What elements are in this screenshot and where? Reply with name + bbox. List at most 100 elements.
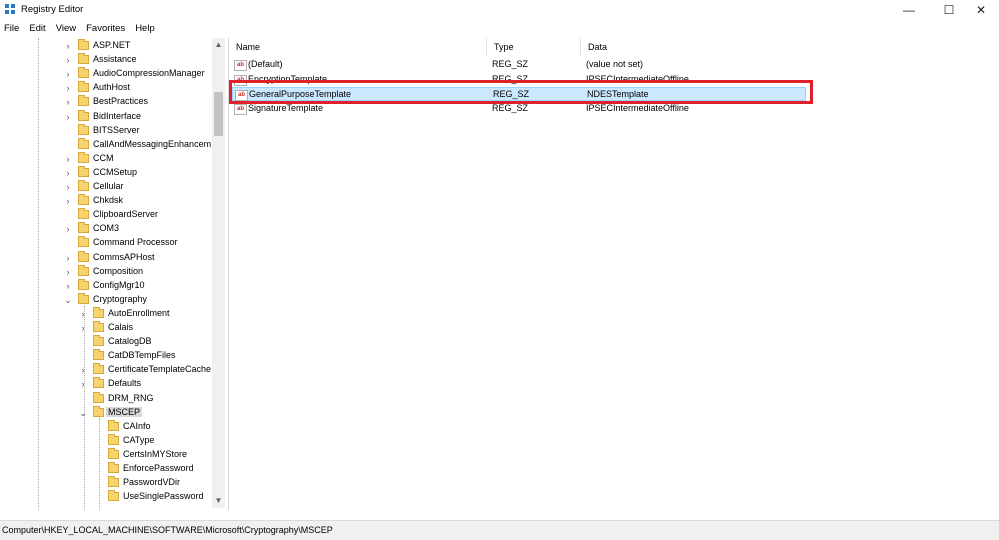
column-header-type[interactable]: Type	[487, 38, 581, 56]
chevron-right-icon[interactable]: ›	[64, 110, 72, 124]
menu-help[interactable]: Help	[131, 21, 161, 37]
tree-item[interactable]: ⌄ MSCEP	[0, 405, 212, 420]
chevron-right-icon[interactable]: ›	[79, 321, 87, 335]
title-bar: Registry Editor — ☐ ✕	[0, 0, 999, 20]
scroll-down-arrow-icon[interactable]: ▼	[212, 494, 225, 508]
tree-item[interactable]: › CommsAPHost	[0, 250, 212, 265]
menu-favorites[interactable]: Favorites	[82, 21, 131, 37]
chevron-down-icon[interactable]: ⌄	[79, 406, 87, 420]
tree-item[interactable]: Command Processor	[0, 236, 212, 250]
chevron-right-icon[interactable]: ›	[64, 265, 72, 279]
tree-item[interactable]: › CCMSetup	[0, 165, 212, 180]
tree-item[interactable]: › COM3	[0, 222, 212, 236]
tree-item-label: CallAndMessagingEnhancem	[93, 138, 212, 149]
tree-item-label: Defaults	[108, 378, 142, 389]
tree-item-label: BITSServer	[93, 124, 140, 135]
tree-item[interactable]: › Composition	[0, 264, 212, 279]
tree-item[interactable]: › AutoEnrollment	[0, 306, 212, 321]
folder-icon	[78, 165, 89, 177]
tree-item[interactable]: CallAndMessagingEnhancem	[0, 137, 212, 152]
chevron-right-icon[interactable]: ›	[64, 180, 72, 194]
chevron-down-icon[interactable]: ⌄	[64, 293, 72, 307]
tree-item-label: CCM	[93, 152, 114, 163]
tree-item[interactable]: CatalogDB	[0, 335, 212, 349]
tree-item[interactable]: ClipboardServer	[0, 208, 212, 222]
folder-icon	[78, 292, 89, 304]
chevron-right-icon[interactable]: ›	[79, 377, 87, 391]
chevron-right-icon[interactable]: ›	[64, 251, 72, 265]
highlight-box	[229, 80, 813, 104]
menu-bar: File Edit View Favorites Help	[0, 21, 161, 37]
menu-edit[interactable]: Edit	[25, 21, 51, 37]
chevron-right-icon[interactable]: ›	[79, 307, 87, 321]
menu-view[interactable]: View	[52, 21, 82, 37]
folder-icon	[78, 194, 89, 206]
tree-item[interactable]: UseSinglePassword	[0, 490, 212, 504]
tree-item[interactable]: › ASP.NET	[0, 39, 212, 53]
chevron-right-icon[interactable]: ›	[64, 279, 72, 293]
tree-item[interactable]: › BidInterface	[0, 109, 212, 124]
tree-item[interactable]: BITSServer	[0, 123, 212, 138]
registry-tree[interactable]: › ASP.NET › Assistance › AudioCompressionMana…	[0, 38, 225, 510]
folder-icon	[93, 405, 104, 417]
chevron-right-icon[interactable]: ›	[64, 166, 72, 180]
folder-icon	[78, 208, 89, 220]
tree-item[interactable]: › Cellular	[0, 180, 212, 194]
tree-item[interactable]: › Calais	[0, 321, 212, 335]
tree-item[interactable]: CertsInMYStore	[0, 447, 212, 462]
column-header-data[interactable]: Data	[581, 38, 811, 56]
tree-item-label: UseSinglePassword	[123, 491, 204, 502]
folder-icon	[78, 81, 89, 93]
tree-item[interactable]: ⌄ Cryptography	[0, 292, 212, 307]
value-name: (Default)	[248, 59, 283, 69]
value-row[interactable]: ab (Default) REG_SZ (value not set)	[232, 58, 806, 72]
chevron-right-icon[interactable]: ›	[79, 363, 87, 377]
tree-item[interactable]: › Chkdsk	[0, 194, 212, 208]
tree-item[interactable]: EnforcePassword	[0, 462, 212, 476]
folder-icon	[93, 335, 104, 347]
folder-icon	[78, 236, 89, 248]
chevron-right-icon[interactable]: ›	[64, 222, 72, 236]
tree-item[interactable]: CAType	[0, 433, 212, 448]
tree-item[interactable]: › CertificateTemplateCache	[0, 363, 212, 377]
chevron-right-icon[interactable]: ›	[64, 39, 72, 53]
close-button[interactable]: ✕	[963, 0, 999, 20]
tree-item[interactable]: CAInfo	[0, 419, 212, 434]
menu-file[interactable]: File	[0, 21, 25, 37]
tree-item[interactable]: › Assistance	[0, 53, 212, 67]
tree-item-label: Calais	[108, 322, 134, 332]
chevron-right-icon[interactable]: ›	[64, 67, 72, 81]
tree-item[interactable]: › AuthHost	[0, 81, 212, 95]
tree-item[interactable]: DRM_RNG	[0, 391, 212, 406]
chevron-right-icon[interactable]: ›	[64, 194, 72, 208]
tree-item[interactable]: › BestPractices	[0, 95, 212, 109]
tree-item[interactable]: CatDBTempFiles	[0, 349, 212, 363]
tree-item[interactable]: PasswordVDir	[0, 476, 212, 490]
column-header-name[interactable]: Name	[229, 38, 487, 56]
values-list[interactable]: Name Type Data ab (Default) REG_SZ (value n…	[229, 38, 999, 510]
tree-item[interactable]: › CCM	[0, 151, 212, 166]
maximize-button[interactable]: ☐	[931, 0, 967, 20]
folder-icon	[93, 321, 104, 332]
tree-item-label: CCMSetup	[93, 166, 138, 177]
chevron-right-icon[interactable]: ›	[64, 81, 72, 95]
chevron-right-icon[interactable]: ›	[64, 53, 72, 67]
chevron-right-icon[interactable]: ›	[64, 95, 72, 109]
scrollbar-thumb[interactable]	[214, 92, 223, 136]
folder-icon	[108, 447, 119, 459]
tree-item-label: BestPractices	[93, 96, 149, 107]
tree-item-label: EnforcePassword	[123, 463, 194, 473]
minimize-button[interactable]: —	[891, 0, 927, 20]
tree-item[interactable]: › Defaults	[0, 377, 212, 391]
scroll-up-arrow-icon[interactable]: ▲	[212, 38, 225, 52]
value-data: IPSECIntermediateOffline	[586, 102, 689, 113]
tree-item[interactable]: › AudioCompressionManager	[0, 67, 212, 81]
tree-item-label: ASP.NET	[93, 40, 131, 50]
value-data: (value not set)	[586, 59, 644, 69]
chevron-right-icon[interactable]: ›	[64, 152, 72, 166]
folder-icon	[78, 250, 89, 262]
tree-item[interactable]: › ConfigMgr10	[0, 278, 212, 293]
folder-icon	[108, 419, 119, 431]
tree-scrollbar[interactable]: ▲ ▼	[212, 38, 225, 508]
tree-item-label: Chkdsk	[93, 195, 124, 206]
